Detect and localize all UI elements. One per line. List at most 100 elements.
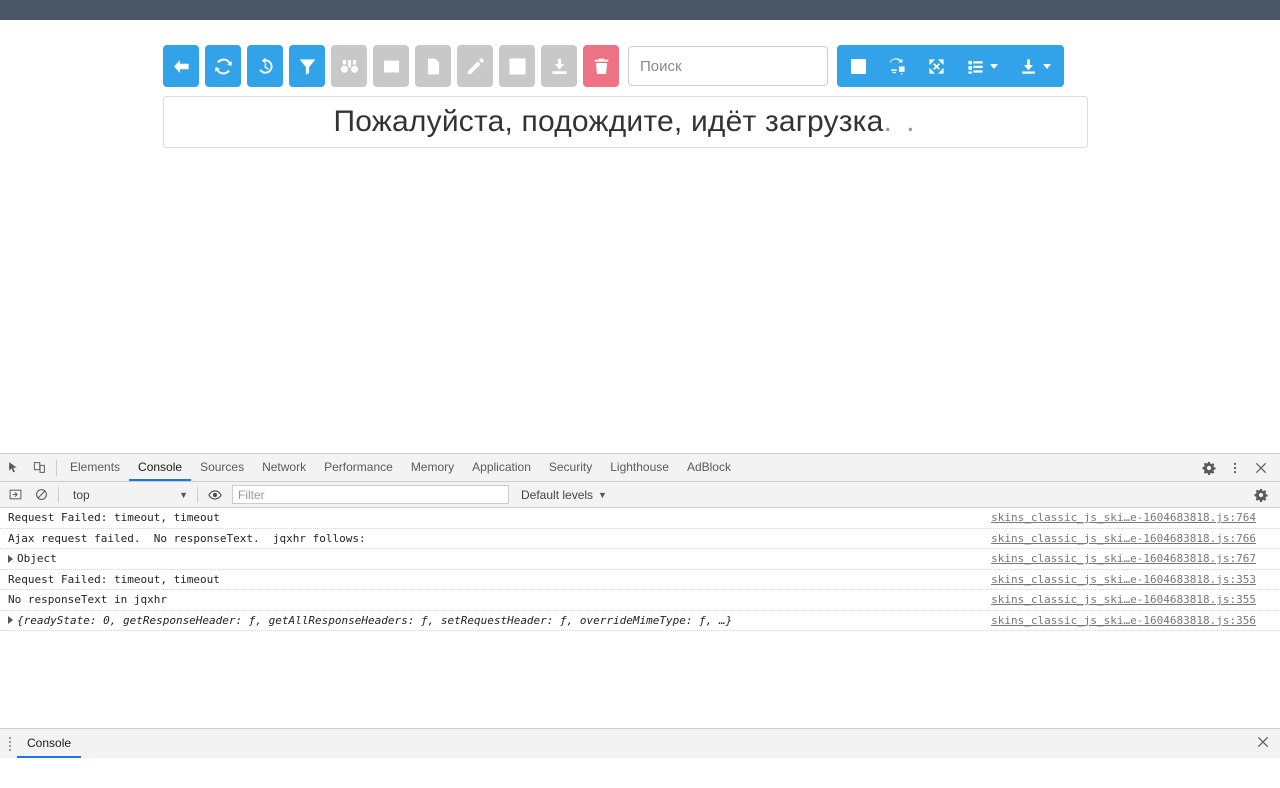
- tab-elements[interactable]: Elements: [61, 454, 129, 481]
- loading-dots: . .: [883, 105, 918, 138]
- gear-icon: [1254, 488, 1268, 502]
- export-button[interactable]: [1009, 45, 1062, 87]
- tab-application[interactable]: Application: [463, 454, 540, 481]
- chevron-down-icon: [1043, 63, 1051, 69]
- find-button[interactable]: [331, 45, 367, 87]
- history-button[interactable]: [247, 45, 283, 87]
- chevron-down-icon: ▼: [179, 489, 188, 500]
- expand-triangle-icon[interactable]: [8, 616, 13, 625]
- panel-left-icon: [9, 489, 21, 500]
- list-icon: [968, 60, 983, 74]
- back-button[interactable]: [163, 45, 199, 87]
- device-toolbar-icon[interactable]: [26, 455, 52, 481]
- console-filter-actions: [1248, 482, 1280, 508]
- web-page-viewport: Пожалуйста, подождите, идёт загрузка. .: [0, 20, 1280, 453]
- toolbar-right-button-group: [837, 45, 1064, 87]
- expand-arrows-icon: [929, 58, 944, 74]
- fullscreen-button[interactable]: [917, 45, 956, 87]
- close-icon: [1255, 462, 1267, 473]
- console-message-text: Object: [17, 552, 57, 566]
- console-settings-icon[interactable]: [1248, 482, 1274, 508]
- tab-sources[interactable]: Sources: [191, 454, 253, 481]
- tab-security[interactable]: Security: [540, 454, 601, 481]
- console-source-link[interactable]: skins_classic_js_ski…e-1604683818.js:356: [991, 614, 1256, 627]
- sidebar-toggle-icon[interactable]: [2, 482, 28, 508]
- open-external-button[interactable]: [499, 45, 535, 87]
- arrow-left-icon: [173, 59, 189, 73]
- inspect-element-icon[interactable]: [0, 455, 26, 481]
- console-levels-value: Default levels: [521, 487, 594, 502]
- search-input[interactable]: [628, 46, 828, 86]
- document-icon: [427, 58, 439, 74]
- edit-button[interactable]: [457, 45, 493, 87]
- handle-dot: [9, 736, 11, 739]
- console-filter-bar: top ▼ Default levels ▼: [0, 482, 1280, 508]
- filterbar-divider-2: [197, 486, 198, 503]
- console-source-link[interactable]: skins_classic_js_ski…e-1604683818.js:766: [991, 532, 1256, 545]
- console-context-select[interactable]: top ▼: [63, 485, 193, 505]
- console-log-row[interactable]: {readyState: 0, getResponseHeader: ƒ, ge…: [0, 611, 1280, 631]
- expand-triangle-icon[interactable]: [8, 554, 13, 563]
- settings-gear-icon[interactable]: [1196, 455, 1222, 481]
- console-message-text: {readyState: 0, getResponseHeader: ƒ, ge…: [17, 613, 733, 627]
- handle-dot: [9, 748, 11, 751]
- tab-lighthouse[interactable]: Lighthouse: [601, 454, 678, 481]
- drawer-resize-handle[interactable]: [3, 736, 17, 751]
- console-source-link[interactable]: skins_classic_js_ski…e-1604683818.js:764: [991, 511, 1256, 524]
- console-log-row[interactable]: Ajax request failed. No responseText. jq…: [0, 529, 1280, 549]
- chevron-down-icon: [990, 63, 998, 69]
- document-button[interactable]: [415, 45, 451, 87]
- window-icon: [383, 60, 399, 72]
- console-levels-select[interactable]: Default levels ▼: [521, 488, 607, 502]
- tab-console[interactable]: Console: [129, 454, 192, 481]
- loading-panel: Пожалуйста, подождите, идёт загрузка. .: [163, 96, 1088, 148]
- console-message-text: Ajax request failed. No responseText. jq…: [8, 531, 366, 545]
- console-log-row[interactable]: Object skins_classic_js_ski…e-1604683818…: [0, 549, 1280, 570]
- tab-memory[interactable]: Memory: [402, 454, 463, 481]
- console-log-row[interactable]: Request Failed: timeout, timeout skins_c…: [0, 570, 1280, 590]
- columns-button[interactable]: [956, 45, 1009, 87]
- devtools-tabbar: Elements Console Sources Network Perform…: [0, 454, 1280, 482]
- console-log-list[interactable]: Request Failed: timeout, timeout skins_c…: [0, 508, 1280, 757]
- close-icon: [1257, 736, 1269, 748]
- filter-button[interactable]: [289, 45, 325, 87]
- history-icon: [258, 57, 273, 74]
- close-drawer-icon[interactable]: [1256, 735, 1280, 752]
- refresh-button[interactable]: [205, 45, 241, 87]
- tab-performance[interactable]: Performance: [315, 454, 402, 481]
- exchange-icon: [889, 57, 905, 75]
- console-log-row[interactable]: Request Failed: timeout, timeout skins_c…: [0, 508, 1280, 529]
- clear-console-icon[interactable]: [28, 482, 54, 508]
- trash-icon: [594, 58, 608, 74]
- close-devtools-icon[interactable]: [1248, 455, 1274, 481]
- console-source-link[interactable]: skins_classic_js_ski…e-1604683818.js:353: [991, 573, 1256, 586]
- filterbar-divider: [58, 486, 59, 503]
- delete-button[interactable]: [583, 45, 619, 87]
- live-expression-icon[interactable]: [202, 482, 228, 508]
- console-filter-input[interactable]: [232, 485, 509, 504]
- console-message-text: Request Failed: timeout, timeout: [8, 572, 220, 586]
- chevron-down-icon: ▼: [598, 489, 607, 500]
- drawer-tab-console[interactable]: Console: [17, 729, 82, 758]
- import-button[interactable]: [541, 45, 577, 87]
- swap-button[interactable]: [878, 45, 917, 87]
- download-box-icon: [551, 58, 567, 74]
- console-source-link[interactable]: skins_classic_js_ski…e-1604683818.js:767: [991, 552, 1256, 565]
- app-toolbar: [163, 44, 1088, 88]
- download-icon: [1022, 58, 1035, 74]
- external-link-icon: [509, 58, 525, 74]
- more-options-icon[interactable]: [1222, 455, 1248, 481]
- console-message-text: Request Failed: timeout, timeout: [8, 511, 220, 525]
- window-button[interactable]: [373, 45, 409, 87]
- console-log-row[interactable]: No responseText in jqxhr skins_classic_j…: [0, 590, 1280, 611]
- console-source-link[interactable]: skins_classic_js_ski…e-1604683818.js:355: [991, 593, 1256, 606]
- handle-dot: [9, 744, 11, 747]
- select-all-button[interactable]: [839, 45, 878, 87]
- handle-dot: [9, 740, 11, 743]
- browser-chrome-strip: [0, 0, 1280, 20]
- no-entry-icon: [35, 489, 47, 500]
- tab-adblock[interactable]: AdBlock: [678, 454, 740, 481]
- console-message-text: No responseText in jqxhr: [8, 593, 167, 607]
- funnel-icon: [299, 58, 315, 75]
- tab-network[interactable]: Network: [253, 454, 315, 481]
